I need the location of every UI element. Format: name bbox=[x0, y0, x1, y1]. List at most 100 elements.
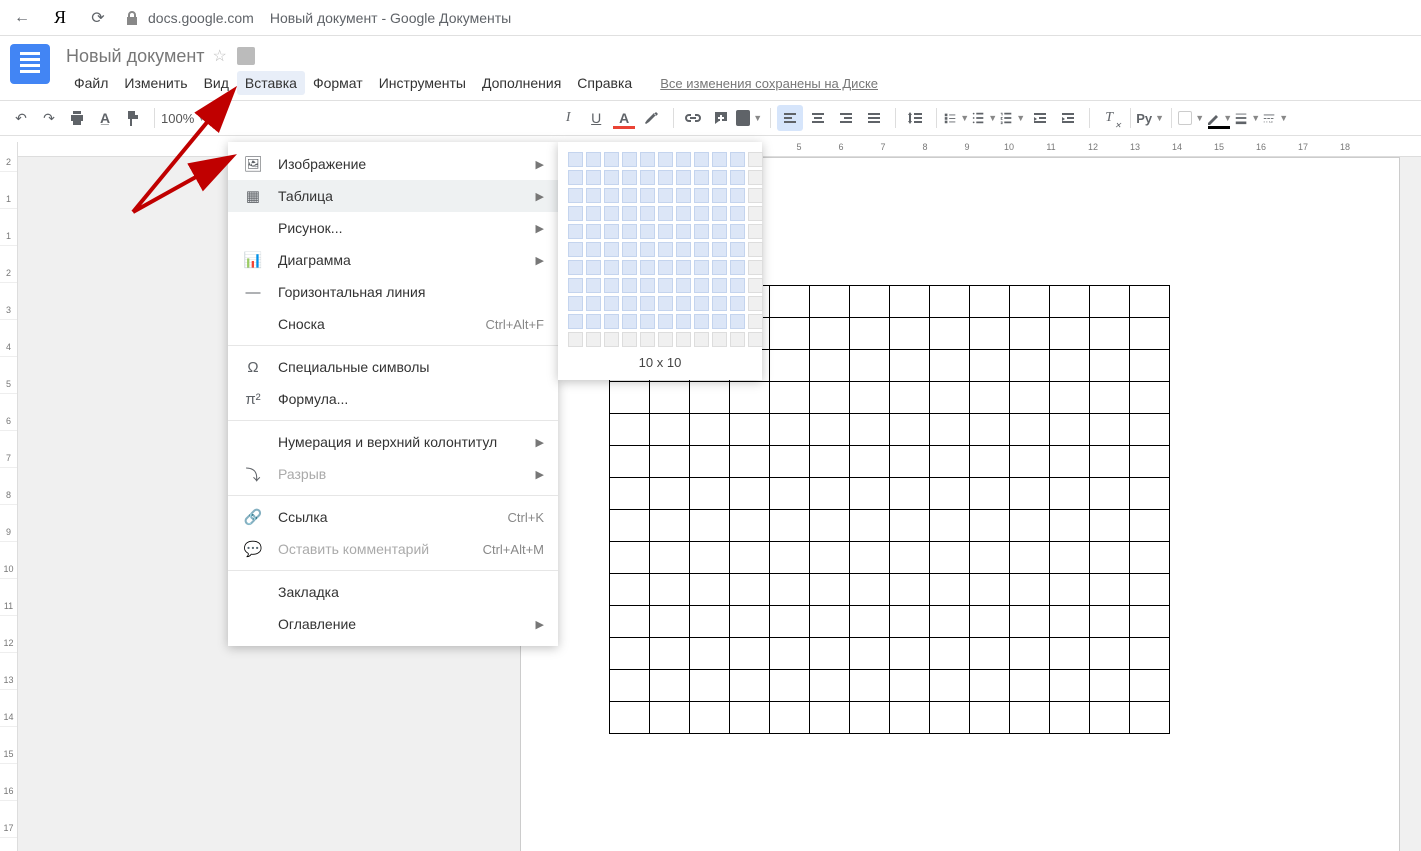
picker-cell[interactable] bbox=[712, 152, 727, 167]
table-cell[interactable] bbox=[690, 510, 730, 542]
picker-cell[interactable] bbox=[586, 170, 601, 185]
picker-cell[interactable] bbox=[730, 188, 745, 203]
star-icon[interactable]: ☆ bbox=[213, 46, 227, 66]
table-cell[interactable] bbox=[650, 702, 690, 734]
table-cell[interactable] bbox=[810, 542, 850, 574]
table-cell[interactable] bbox=[610, 414, 650, 446]
picker-cell[interactable] bbox=[712, 242, 727, 257]
picker-cell[interactable] bbox=[730, 332, 745, 347]
table-cell[interactable] bbox=[930, 350, 970, 382]
numbered-list-icon[interactable]: ▼ bbox=[999, 105, 1025, 131]
table-cell[interactable] bbox=[1130, 286, 1170, 318]
table-cell[interactable] bbox=[930, 446, 970, 478]
table-cell[interactable] bbox=[970, 670, 1010, 702]
table-cell[interactable] bbox=[1130, 510, 1170, 542]
table-cell[interactable] bbox=[1010, 446, 1050, 478]
picker-cell[interactable] bbox=[730, 242, 745, 257]
picker-cell[interactable] bbox=[586, 314, 601, 329]
picker-cell[interactable] bbox=[568, 296, 583, 311]
table-cell[interactable] bbox=[930, 702, 970, 734]
picker-cell[interactable] bbox=[622, 296, 637, 311]
table-cell[interactable] bbox=[650, 542, 690, 574]
table-cell[interactable] bbox=[850, 478, 890, 510]
table-cell[interactable] bbox=[1090, 446, 1130, 478]
table-cell[interactable] bbox=[610, 638, 650, 670]
table-cell[interactable] bbox=[770, 350, 810, 382]
fill-color-icon[interactable]: ▼ bbox=[1178, 105, 1204, 131]
table-cell[interactable] bbox=[1010, 286, 1050, 318]
table-cell[interactable] bbox=[650, 382, 690, 414]
table-cell[interactable] bbox=[610, 670, 650, 702]
picker-cell[interactable] bbox=[730, 152, 745, 167]
menu-вид[interactable]: Вид bbox=[196, 71, 237, 95]
table-cell[interactable] bbox=[810, 478, 850, 510]
picker-cell[interactable] bbox=[586, 206, 601, 221]
reload-icon[interactable]: ⟳ bbox=[86, 6, 110, 30]
table-cell[interactable] bbox=[810, 670, 850, 702]
table-cell[interactable] bbox=[650, 670, 690, 702]
picker-cell[interactable] bbox=[604, 224, 619, 239]
table-cell[interactable] bbox=[930, 542, 970, 574]
address-bar[interactable]: docs.google.com Новый документ - Google … bbox=[124, 10, 511, 26]
decrease-indent-icon[interactable] bbox=[1027, 105, 1053, 131]
border-dash-icon[interactable]: ▼ bbox=[1262, 105, 1288, 131]
picker-cell[interactable] bbox=[712, 296, 727, 311]
insert-link-icon[interactable] bbox=[680, 105, 706, 131]
table-cell[interactable] bbox=[730, 478, 770, 510]
table-cell[interactable] bbox=[890, 286, 930, 318]
picker-cell[interactable] bbox=[658, 278, 673, 293]
picker-cell[interactable] bbox=[694, 224, 709, 239]
insert-menu-item[interactable]: —Горизонтальная линия bbox=[228, 276, 558, 308]
picker-cell[interactable] bbox=[694, 152, 709, 167]
table-cell[interactable] bbox=[930, 286, 970, 318]
border-color-icon[interactable]: ▼ bbox=[1206, 105, 1232, 131]
table-cell[interactable] bbox=[970, 350, 1010, 382]
picker-cell[interactable] bbox=[568, 206, 583, 221]
table-cell[interactable] bbox=[930, 670, 970, 702]
table-cell[interactable] bbox=[650, 638, 690, 670]
table-cell[interactable] bbox=[850, 446, 890, 478]
picker-cell[interactable] bbox=[622, 260, 637, 275]
table-cell[interactable] bbox=[1050, 350, 1090, 382]
picker-cell[interactable] bbox=[568, 152, 583, 167]
table-cell[interactable] bbox=[1050, 510, 1090, 542]
doc-title[interactable]: Новый документ bbox=[66, 46, 205, 67]
picker-cell[interactable] bbox=[640, 224, 655, 239]
picker-cell[interactable] bbox=[676, 224, 691, 239]
table-cell[interactable] bbox=[930, 414, 970, 446]
picker-cell[interactable] bbox=[676, 188, 691, 203]
table-cell[interactable] bbox=[770, 318, 810, 350]
picker-cell[interactable] bbox=[676, 242, 691, 257]
table-cell[interactable] bbox=[1050, 606, 1090, 638]
table-cell[interactable] bbox=[890, 510, 930, 542]
picker-cell[interactable] bbox=[694, 278, 709, 293]
table-cell[interactable] bbox=[1050, 286, 1090, 318]
table-cell[interactable] bbox=[850, 318, 890, 350]
table-cell[interactable] bbox=[1090, 670, 1130, 702]
picker-cell[interactable] bbox=[712, 260, 727, 275]
picker-cell[interactable] bbox=[622, 224, 637, 239]
table-cell[interactable] bbox=[650, 446, 690, 478]
picker-cell[interactable] bbox=[622, 206, 637, 221]
table-cell[interactable] bbox=[890, 414, 930, 446]
table-cell[interactable] bbox=[730, 446, 770, 478]
table-cell[interactable] bbox=[690, 382, 730, 414]
picker-cell[interactable] bbox=[568, 170, 583, 185]
picker-cell[interactable] bbox=[622, 314, 637, 329]
picker-cell[interactable] bbox=[748, 296, 763, 311]
table-cell[interactable] bbox=[850, 350, 890, 382]
table-cell[interactable] bbox=[810, 574, 850, 606]
table-cell[interactable] bbox=[850, 574, 890, 606]
align-left-icon[interactable] bbox=[777, 105, 803, 131]
insert-menu-item[interactable]: СноскаCtrl+Alt+F bbox=[228, 308, 558, 340]
picker-cell[interactable] bbox=[586, 242, 601, 257]
table-cell[interactable] bbox=[1090, 606, 1130, 638]
table-cell[interactable] bbox=[1090, 542, 1130, 574]
table-cell[interactable] bbox=[890, 446, 930, 478]
insert-menu-item[interactable]: 📊Диаграмма▶ bbox=[228, 244, 558, 276]
table-cell[interactable] bbox=[1010, 670, 1050, 702]
table-cell[interactable] bbox=[970, 318, 1010, 350]
align-right-icon[interactable] bbox=[833, 105, 859, 131]
picker-cell[interactable] bbox=[604, 188, 619, 203]
table-cell[interactable] bbox=[770, 510, 810, 542]
